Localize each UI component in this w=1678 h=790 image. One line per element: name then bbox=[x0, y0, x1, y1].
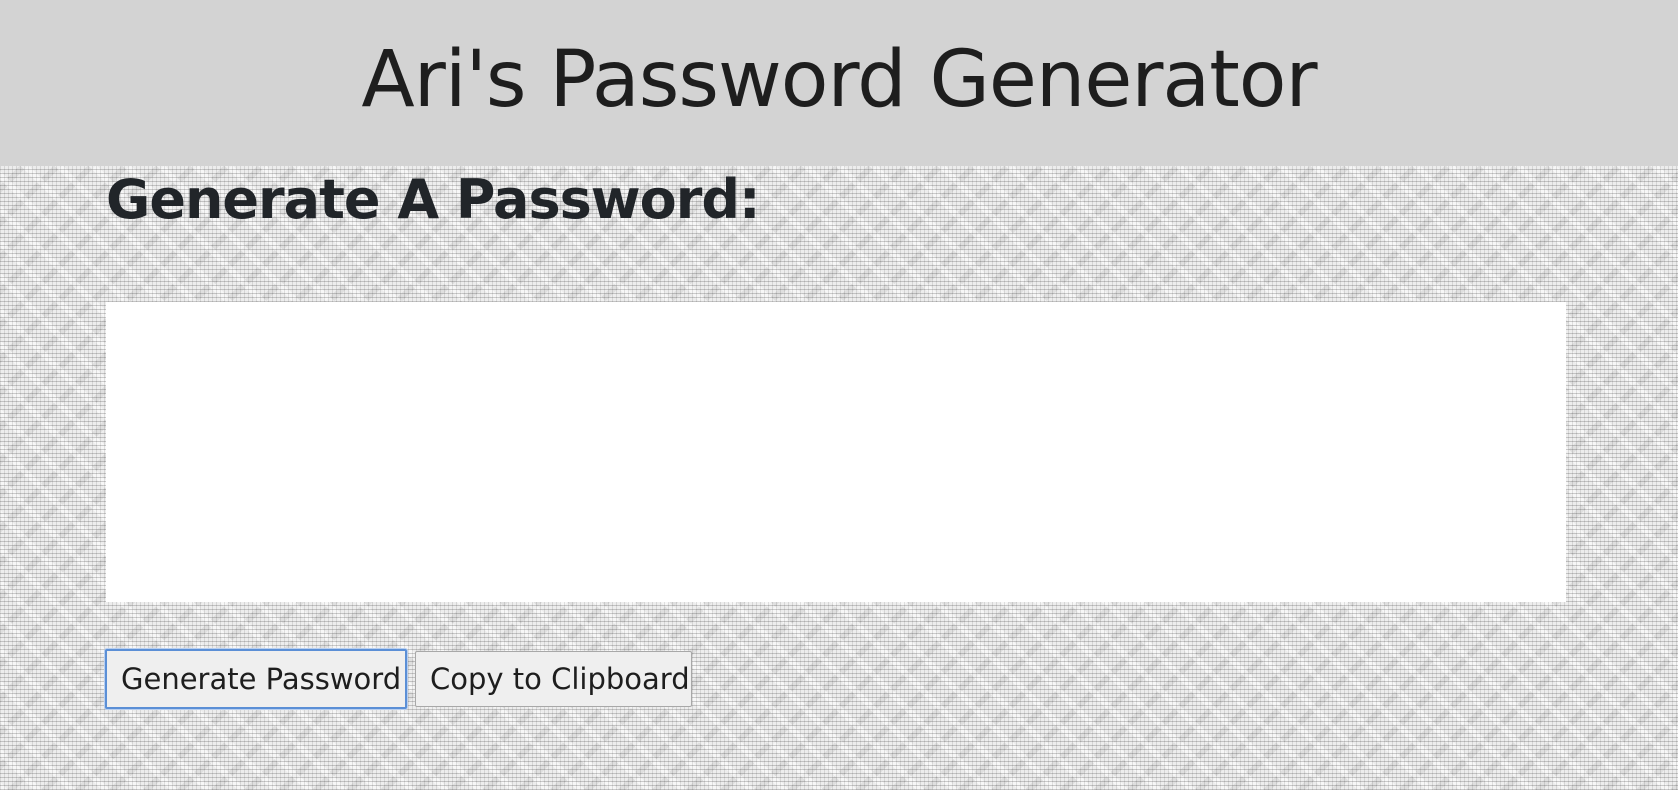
page-header: Ari's Password Generator bbox=[0, 0, 1678, 166]
password-output[interactable] bbox=[106, 302, 1566, 602]
page-title: Ari's Password Generator bbox=[361, 35, 1317, 125]
copy-to-clipboard-button[interactable]: Copy to Clipboard bbox=[415, 651, 692, 707]
section-heading: Generate A Password: bbox=[106, 168, 761, 231]
generate-password-button[interactable]: Generate Password bbox=[105, 649, 407, 709]
